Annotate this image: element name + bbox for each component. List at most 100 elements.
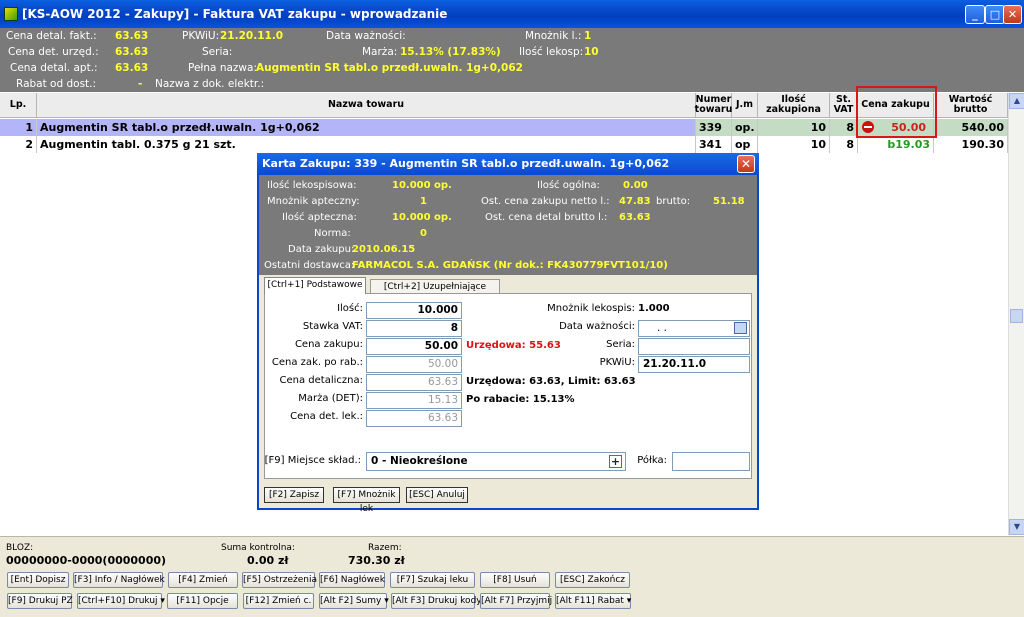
row-cena: b19.03	[858, 136, 934, 153]
norma-label: Norma:	[314, 228, 351, 239]
stawka-vat-field[interactable]: 8	[366, 320, 462, 337]
mnoznik-label: Mnożnik l.:	[525, 30, 582, 42]
window-title: [KS-AOW 2012 - Zakupy] - Faktura VAT zak…	[22, 7, 448, 21]
naglowek-button[interactable]: [F6] Nagłówek	[319, 572, 385, 588]
usun-button[interactable]: [F8] Usuń	[480, 572, 550, 588]
rabat-dropdown-button[interactable]: [Alt F11] Rabat ▾	[555, 593, 631, 609]
col-lp-header[interactable]: Lp.	[0, 93, 37, 118]
mnoznik-lek-button[interactable]: [F7] Mnożnik lek	[333, 487, 400, 514]
op-unit-2: op.	[434, 212, 452, 223]
karta-zakupu-dialog: Karta Zakupu: 339 - Augmentin SR tabl.o …	[257, 153, 759, 514]
cena-zakupu-field[interactable]: 50.00	[366, 338, 462, 355]
col-wartosc-header[interactable]: Wartość brutto	[934, 93, 1008, 118]
table-row[interactable]: 2 Augmentin tabl. 0.375 g 21 szt. 341 op…	[0, 136, 1008, 153]
ilosc-apteczna-value: 10.000	[392, 212, 431, 223]
polka-field[interactable]	[672, 452, 750, 471]
info-naglowek-button[interactable]: [F3] Info / Nagłówek	[73, 572, 165, 588]
row-lp: 2	[0, 136, 37, 153]
ilosc-lekosp-label: Ilość lekosp:	[519, 46, 584, 58]
cena-zakupu-highlight	[856, 86, 937, 138]
ilosc-lekospisowa-label: Ilość lekospisowa:	[267, 180, 357, 191]
maximize-button[interactable]: □	[985, 5, 1005, 24]
row-vat: 8	[830, 119, 858, 136]
ilosc-lekospisowa-value: 10.000	[392, 180, 431, 191]
zmien-c-button[interactable]: [F12] Zmień c.	[243, 593, 314, 609]
miejsce-sklad-label: [F9] Miejsce skład.:	[264, 455, 361, 466]
row-jm: op	[732, 136, 758, 153]
cena-det-urzed-value: 63.63	[115, 46, 149, 58]
drukuj-pz-button[interactable]: [F9] Drukuj PZ	[7, 593, 73, 609]
ilosc-field[interactable]: 10.000	[366, 302, 462, 319]
miejsce-sklad-value: 0 - Nieokreślone	[371, 455, 468, 467]
anuluj-button[interactable]: [ESC] Anuluj	[406, 487, 468, 503]
data-waznosci-field[interactable]: . .	[638, 320, 750, 337]
minimize-button[interactable]: _	[965, 5, 985, 24]
zakoncz-button[interactable]: [ESC] Zakończ	[555, 572, 630, 588]
col-vat-header[interactable]: St. VAT	[830, 93, 858, 118]
cena-det-lek-label: Cena det. lek.:	[290, 411, 363, 422]
scroll-up-icon[interactable]: ▲	[1009, 93, 1024, 109]
zmien-button[interactable]: [F4] Zmień	[168, 572, 238, 588]
dialog-close-button[interactable]: ✕	[737, 155, 755, 173]
cena-detal-apt-value: 63.63	[115, 62, 149, 74]
suma-kontrolna-label: Suma kontrolna:	[221, 543, 295, 553]
row-lp: 1	[0, 119, 37, 136]
row-numer: 339	[696, 119, 732, 136]
cena-detal-apt-label: Cena detal. apt.:	[10, 62, 98, 74]
marza-det-label: Marża (DET):	[298, 393, 363, 404]
col-jm-header[interactable]: J.m	[732, 93, 758, 118]
seria-field[interactable]	[638, 338, 750, 355]
zapisz-button[interactable]: [F2] Zapisz	[264, 487, 324, 503]
op-unit-1: op.	[434, 180, 452, 191]
brutto-label: brutto:	[656, 196, 691, 207]
ost-cena-detal-value: 63.63	[619, 212, 651, 223]
vertical-scrollbar[interactable]: ▲ ▼	[1008, 93, 1024, 535]
add-icon[interactable]: +	[609, 455, 622, 468]
scroll-down-icon[interactable]: ▼	[1009, 519, 1024, 535]
pkwiu-label: PKWiU:	[599, 357, 635, 368]
col-ilosc-header[interactable]: Ilość zakupiona	[758, 93, 830, 118]
marza-label: Marża:	[362, 46, 398, 58]
ost-cena-netto-value: 47.83	[619, 196, 651, 207]
pkwiu-field[interactable]: 21.20.11.0	[638, 356, 750, 373]
miejsce-sklad-field[interactable]: 0 - Nieokreślone +	[366, 452, 626, 471]
data-waznosci-label: Data ważności:	[559, 321, 635, 332]
pkwiu-value: 21.20.11.0	[220, 30, 284, 42]
ostrzezenia-button[interactable]: [F5] Ostrzeżenia	[242, 572, 317, 588]
scroll-thumb[interactable]	[1010, 309, 1023, 323]
row-jm: op.	[732, 119, 758, 136]
marza-det-field[interactable]: 15.13	[366, 392, 462, 409]
opcje-button[interactable]: [F11] Opcje	[167, 593, 238, 609]
pelna-nazwa-value: Augmentin SR tabl.o przedł.uwaln. 1g+0,0…	[256, 62, 523, 74]
drukuj-dropdown-button[interactable]: [Ctrl+F10] Drukuj ▾	[77, 593, 165, 609]
cena-po-rab-field[interactable]: 50.00	[366, 356, 462, 373]
app-icon	[4, 7, 18, 21]
mnoznik-apteczny-value: 1	[420, 196, 427, 207]
tab-podstawowe[interactable]: [Ctrl+1] Podstawowe	[264, 277, 366, 294]
ilosc-ogolna-label: Ilość ogólna:	[537, 180, 600, 191]
dopisz-button[interactable]: [Ent] Dopisz	[7, 572, 69, 588]
polka-label: Półka:	[637, 455, 667, 466]
cena-po-rab-label: Cena zak. po rab.:	[271, 357, 363, 368]
razem-label: Razem:	[368, 543, 402, 553]
cena-detaliczna-field[interactable]: 63.63	[366, 374, 462, 391]
close-button[interactable]: ✕	[1003, 5, 1022, 24]
col-numer-header[interactable]: Numer towaru	[695, 93, 732, 118]
row-nazwa: Augmentin SR tabl.o przedł.uwaln. 1g+0,0…	[37, 119, 696, 136]
pkwiu-label: PKWiU:	[182, 30, 220, 42]
sumy-dropdown-button[interactable]: [Alt F2] Sumy ▾	[319, 593, 389, 609]
szukaj-leku-button[interactable]: [F7] Szukaj leku	[390, 572, 475, 588]
cena-detal-fakt-label: Cena detal. fakt.:	[6, 30, 97, 42]
przyjmij-button[interactable]: [Alt F7] Przyjmij	[480, 593, 552, 609]
marza-value: 15.13% (17.83%)	[400, 46, 501, 58]
cena-det-lek-field[interactable]: 63.63	[366, 410, 462, 427]
suma-kontrolna-value: 0.00 zł	[247, 554, 289, 567]
col-nazwa-header[interactable]: Nazwa towaru	[37, 93, 696, 118]
calendar-icon[interactable]	[734, 322, 747, 334]
brutto-value: 51.18	[713, 196, 745, 207]
dialog-title: Karta Zakupu: 339 - Augmentin SR tabl.o …	[262, 157, 670, 170]
ilosc-label: Ilość:	[337, 303, 363, 314]
norma-value: 0	[420, 228, 427, 239]
urzedowa-warning: Urzędowa: 55.63	[466, 340, 561, 351]
drukuj-kody-button[interactable]: [Alt F3] Drukuj kody	[391, 593, 482, 609]
